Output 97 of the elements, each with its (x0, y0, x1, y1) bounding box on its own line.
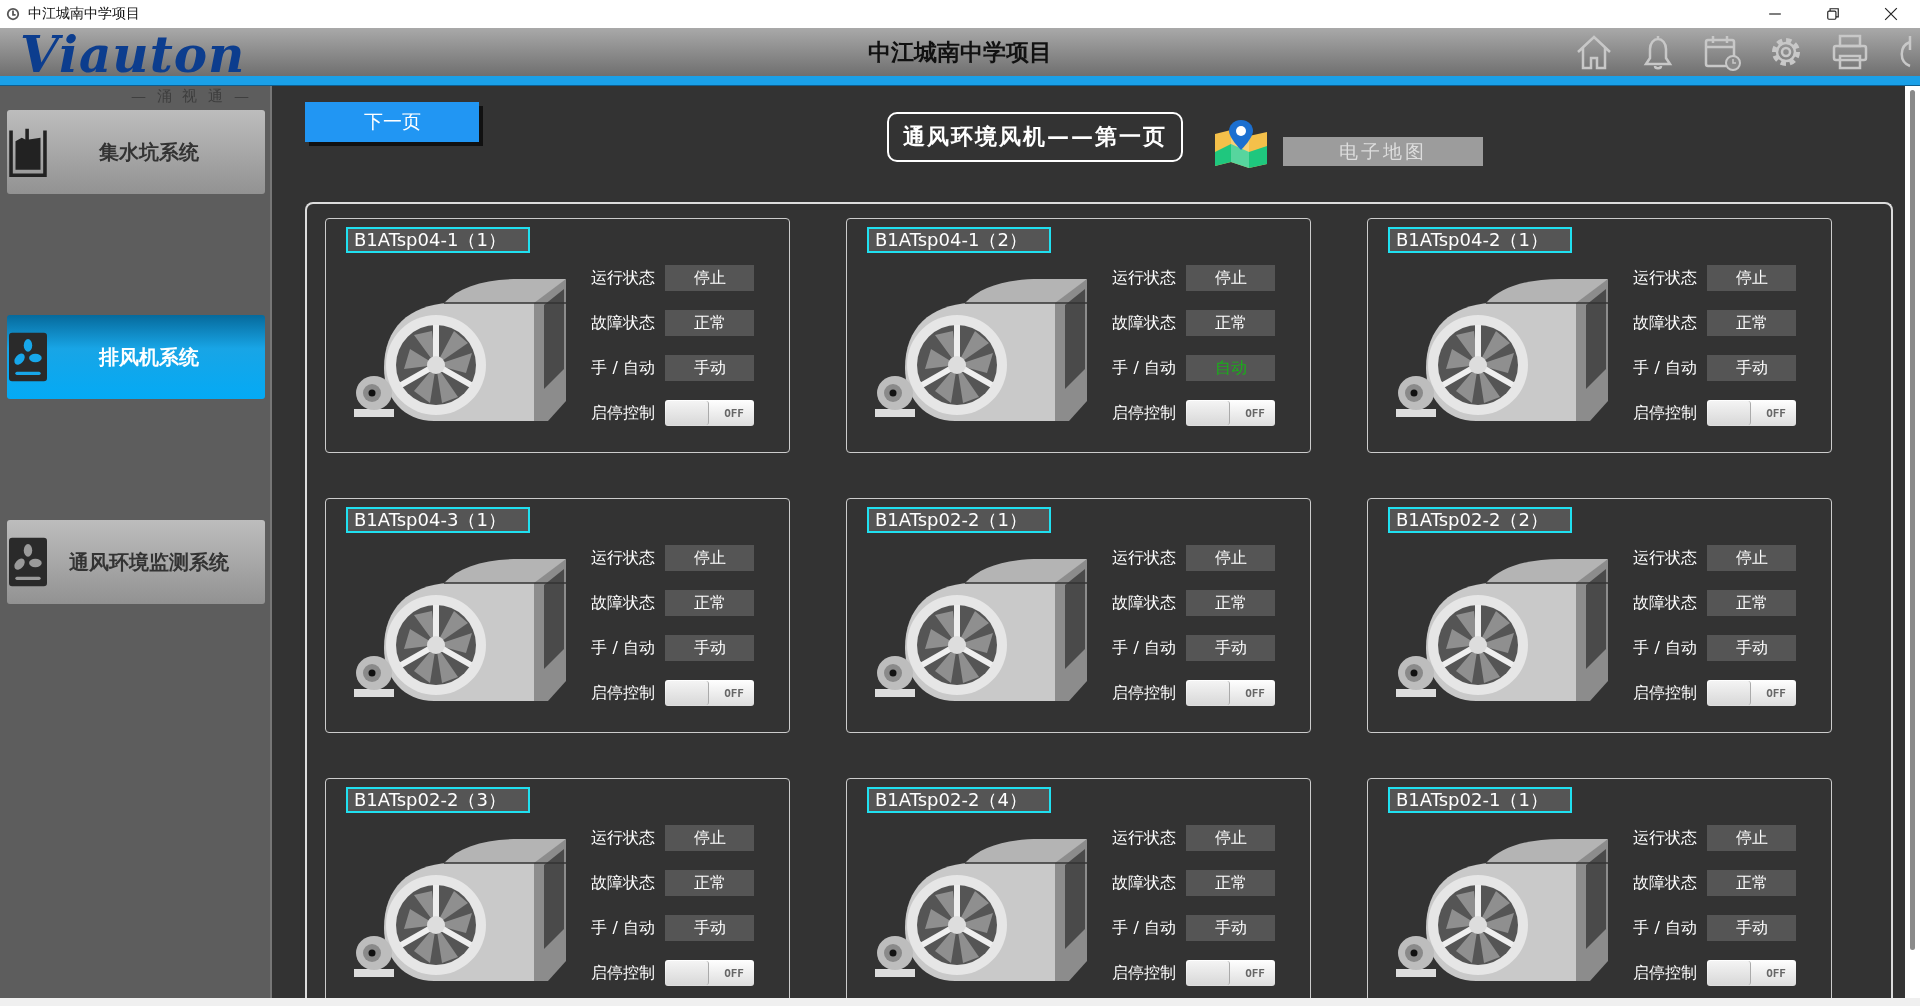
restore-icon[interactable] (1826, 7, 1840, 21)
status-label: 运行状态 (1111, 267, 1176, 289)
window-title: 中江城南中学项目 (28, 5, 140, 23)
control-label: 启停控制 (590, 962, 655, 984)
status-label: 故障状态 (1111, 592, 1176, 614)
control-label: 启停控制 (1632, 962, 1697, 984)
status-label: 故障状态 (1111, 872, 1176, 894)
fan-name: B1ATsp02-2（2） (1388, 507, 1572, 533)
status-value: 正常 (1707, 870, 1796, 896)
control-label: 启停控制 (1632, 402, 1697, 424)
fan-name: B1ATsp02-2（1） (867, 507, 1051, 533)
tank-icon (9, 127, 47, 177)
status-value: 手动 (665, 915, 754, 941)
app-icon (6, 7, 20, 21)
status-label: 运行状态 (590, 547, 655, 569)
status-label: 手 / 自动 (590, 917, 655, 939)
toggle-switch[interactable]: OFF (665, 680, 754, 706)
status-label: 手 / 自动 (1111, 917, 1176, 939)
status-value: 停止 (1186, 265, 1275, 291)
page-title: 通风环境风机——第一页 (887, 112, 1183, 162)
close-icon[interactable] (1884, 7, 1898, 21)
control-label: 启停控制 (590, 682, 655, 704)
status-label: 手 / 自动 (1632, 917, 1697, 939)
status-value: 手动 (1707, 915, 1796, 941)
status-value: 停止 (665, 265, 754, 291)
fan-name: B1ATsp04-1（1） (346, 227, 530, 253)
toggle-switch[interactable]: OFF (665, 960, 754, 986)
status-value: 正常 (1707, 310, 1796, 336)
status-label: 故障状态 (1632, 592, 1697, 614)
status-value: 正常 (1186, 870, 1275, 896)
status-value: 停止 (665, 545, 754, 571)
status-label: 手 / 自动 (590, 357, 655, 379)
status-value: 手动 (665, 635, 754, 661)
horizontal-scrollbar[interactable] (0, 998, 1920, 1006)
status-label: 运行状态 (1632, 547, 1697, 569)
status-label: 故障状态 (1632, 872, 1697, 894)
sidebar-item[interactable]: 集水坑系统 (7, 110, 265, 194)
toggle-switch[interactable]: OFF (1186, 400, 1275, 426)
fan-icon (9, 332, 47, 382)
status-value: 停止 (1707, 545, 1796, 571)
status-label: 运行状态 (1111, 827, 1176, 849)
app-title: 中江城南中学项目 (867, 37, 1053, 67)
status-value: 正常 (1707, 590, 1796, 616)
toggle-switch[interactable]: OFF (1707, 960, 1796, 986)
toggle-switch[interactable]: OFF (665, 400, 754, 426)
status-value: 手动 (1186, 915, 1275, 941)
status-label: 运行状态 (1632, 267, 1697, 289)
status-label: 运行状态 (1111, 547, 1176, 569)
control-label: 启停控制 (1632, 682, 1697, 704)
status-value: 停止 (1707, 825, 1796, 851)
status-value: 手动 (665, 355, 754, 381)
status-label: 故障状态 (1111, 312, 1176, 334)
status-label: 运行状态 (1632, 827, 1697, 849)
status-label: 故障状态 (590, 592, 655, 614)
fan-name: B1ATsp04-3（1） (346, 507, 530, 533)
status-value: 手动 (1707, 355, 1796, 381)
status-label: 手 / 自动 (1632, 637, 1697, 659)
control-label: 启停控制 (1111, 682, 1176, 704)
status-value: 停止 (665, 825, 754, 851)
toggle-switch[interactable]: OFF (1707, 400, 1796, 426)
status-label: 故障状态 (590, 312, 655, 334)
control-label: 启停控制 (1111, 962, 1176, 984)
status-label: 手 / 自动 (1111, 637, 1176, 659)
status-value: 正常 (1186, 590, 1275, 616)
fan-name: B1ATsp02-2（4） (867, 787, 1051, 813)
toggle-switch[interactable]: OFF (1186, 680, 1275, 706)
fan-name: B1ATsp02-2（3） (346, 787, 530, 813)
status-label: 故障状态 (590, 872, 655, 894)
toggle-switch[interactable]: OFF (1186, 960, 1275, 986)
status-value: 停止 (1186, 545, 1275, 571)
status-label: 手 / 自动 (1632, 357, 1697, 379)
sidebar-item[interactable]: 排风机系统 (7, 315, 265, 399)
toggle-switch[interactable]: OFF (1707, 680, 1796, 706)
status-label: 运行状态 (590, 827, 655, 849)
status-label: 运行状态 (590, 267, 655, 289)
fan-name: B1ATsp02-1（1） (1388, 787, 1572, 813)
status-value: 停止 (1707, 265, 1796, 291)
status-value: 手动 (1707, 635, 1796, 661)
status-value: 正常 (665, 310, 754, 336)
printer-icon[interactable] (1830, 32, 1870, 72)
status-value: 自动 (1186, 355, 1275, 381)
status-value: 手动 (1186, 635, 1275, 661)
fan-name: B1ATsp04-2（1） (1388, 227, 1572, 253)
sidebar-item[interactable]: 通风环境监测系统 (7, 520, 265, 604)
logo: Viauton (20, 32, 247, 78)
status-value: 正常 (1186, 310, 1275, 336)
status-label: 手 / 自动 (590, 637, 655, 659)
status-value: 停止 (1186, 825, 1275, 851)
status-value: 正常 (665, 590, 754, 616)
control-label: 启停控制 (590, 402, 655, 424)
status-label: 故障状态 (1632, 312, 1697, 334)
status-label: 手 / 自动 (1111, 357, 1176, 379)
control-label: 启停控制 (1111, 402, 1176, 424)
fan-icon (9, 537, 47, 587)
status-value: 正常 (665, 870, 754, 896)
fan-name: B1ATsp04-1（2） (867, 227, 1051, 253)
scrollbar[interactable] (1905, 86, 1920, 998)
